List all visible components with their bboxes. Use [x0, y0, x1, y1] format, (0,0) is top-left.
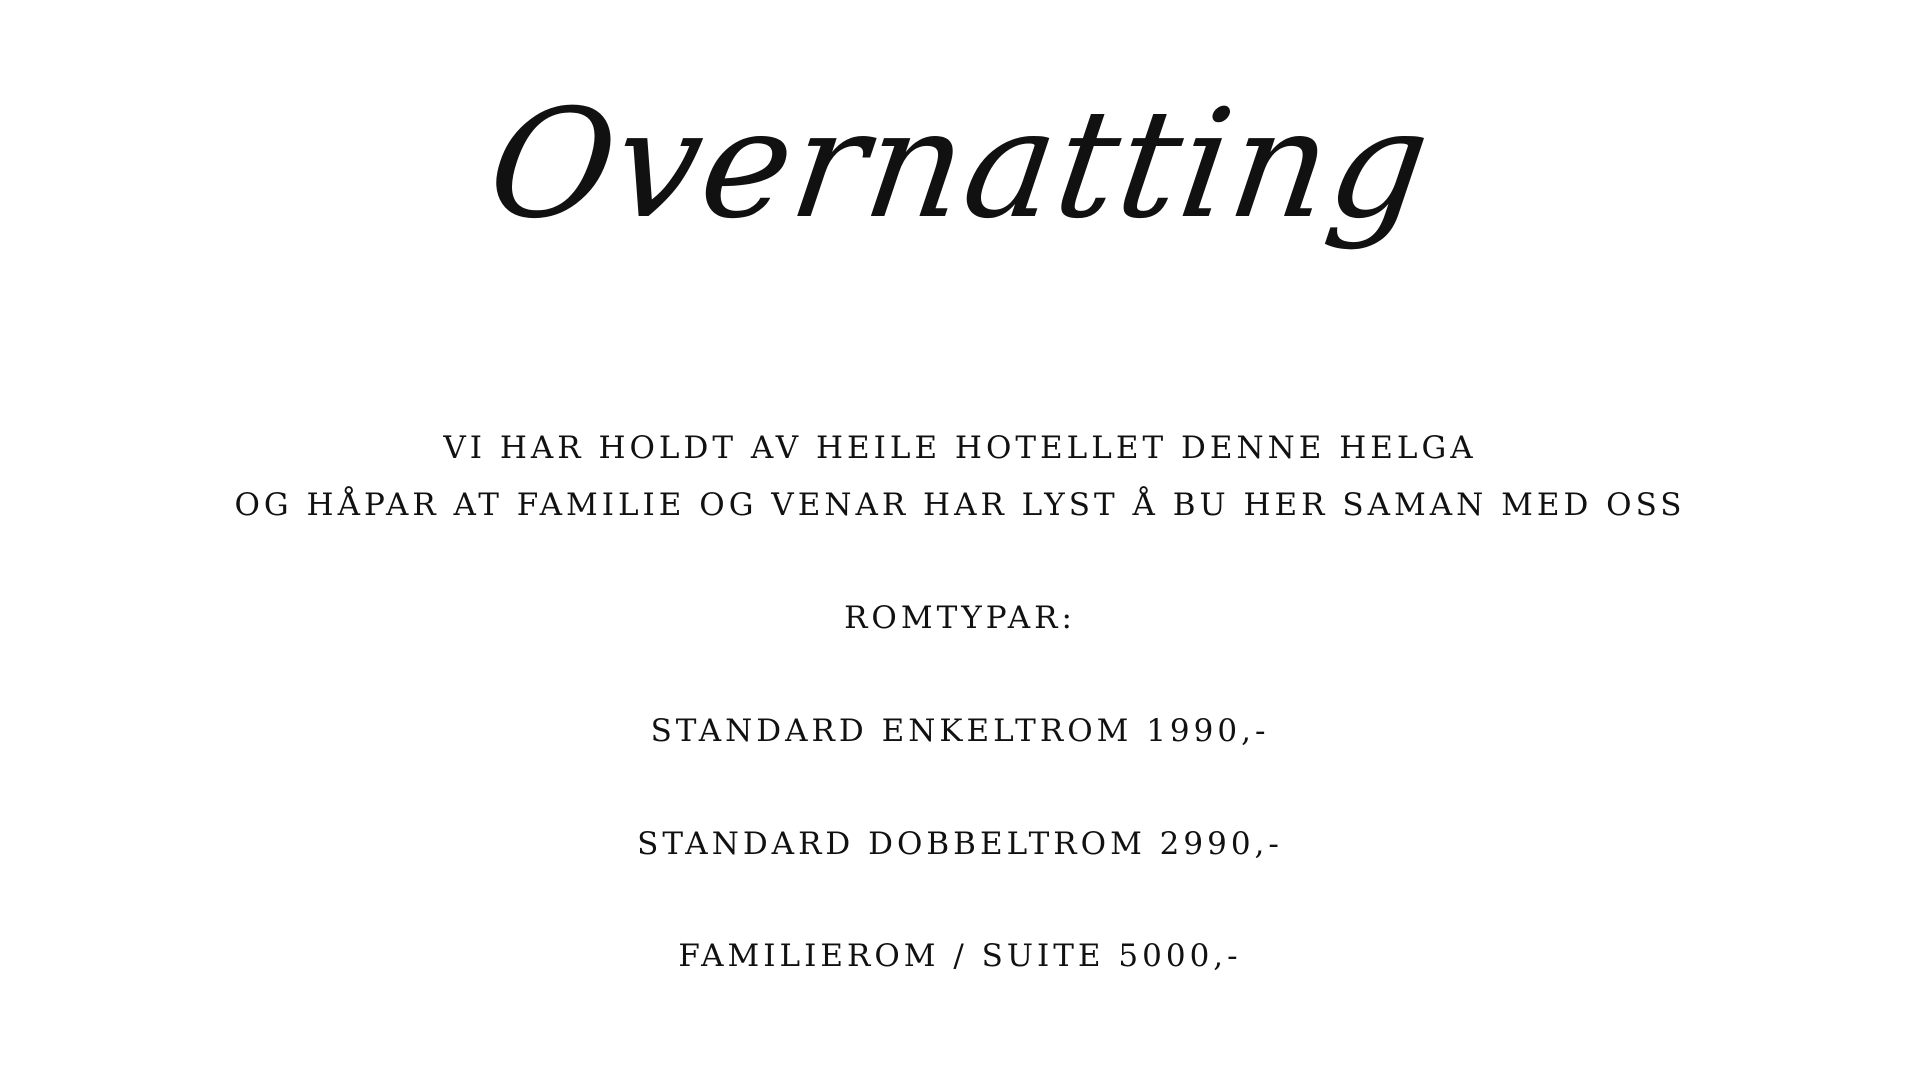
- page-title: Overnatting: [479, 78, 1441, 252]
- room-types-heading: ROMTYPAR:: [844, 600, 1076, 636]
- intro-line-2: OG HÅPAR AT FAMILIE OG VENAR HAR LYST Å …: [234, 487, 1686, 523]
- page: Overnatting VI HAR HOLDT AV HEILE HOTELL…: [0, 0, 1920, 1080]
- intro-line-1: VI HAR HOLDT AV HEILE HOTELLET DENNE HEL…: [443, 430, 1477, 466]
- room-item-single: STANDARD ENKELTROM 1990,-: [650, 713, 1270, 749]
- room-item-double: STANDARD DOBBELTROM 2990,-: [637, 826, 1283, 862]
- room-item-family-suite: FAMILIEROM / SUITE 5000,-: [678, 938, 1242, 974]
